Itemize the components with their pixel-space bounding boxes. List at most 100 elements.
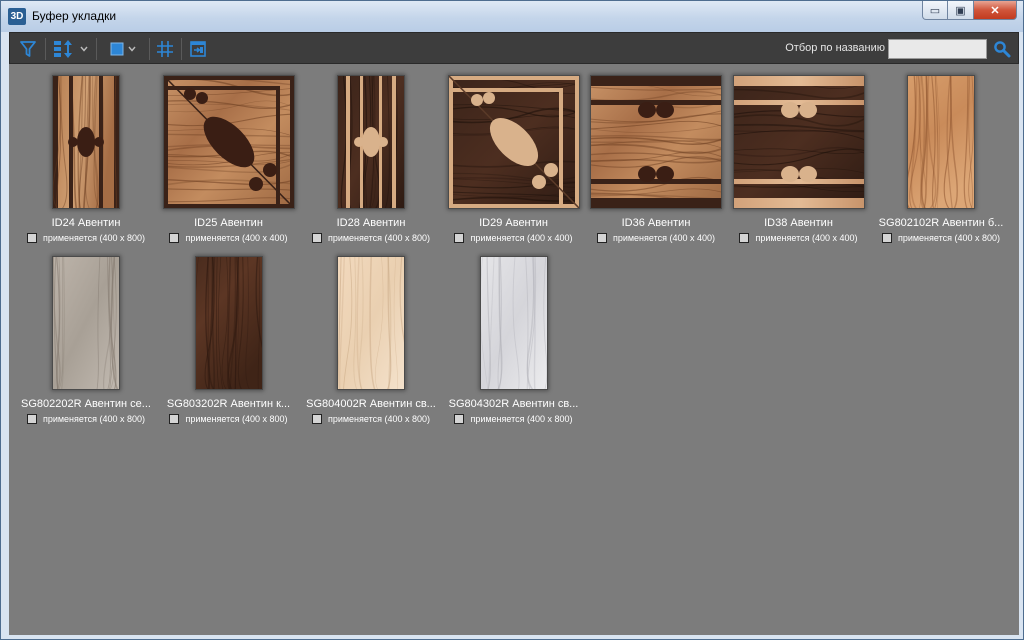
applied-checkbox[interactable]: [739, 233, 750, 243]
search-input[interactable]: [888, 39, 987, 59]
tile-preview-image: [908, 76, 974, 208]
tile-preview-image: [338, 76, 404, 208]
tile-card[interactable]: SG804002R Авентин св... применяется (400 …: [300, 246, 442, 424]
tile-thumbnail[interactable]: [338, 257, 404, 389]
applied-checkbox[interactable]: [596, 233, 607, 243]
search-icon: [994, 41, 1011, 58]
close-button[interactable]: ✕: [974, 1, 1017, 20]
window-title: Буфер укладки: [32, 9, 117, 23]
tile-status-row: применяется (400 x 800): [15, 233, 157, 243]
tile-thumbnail[interactable]: [195, 257, 262, 389]
tile-status-row: применяется (400 x 800): [443, 414, 585, 424]
tile-card[interactable]: SG802102R Авентин б... применяется (400 x…: [870, 65, 1012, 243]
toolbar-separator: [45, 38, 46, 60]
tile-card[interactable]: SG802202R Авентин се... применяется (400 …: [15, 246, 157, 424]
tile-card[interactable]: ID28 Авентин применяется (400 x 800): [300, 65, 442, 243]
tile-thumbnail[interactable]: [53, 257, 119, 389]
tile-card[interactable]: SG804302R Авентин св... применяется (400 …: [443, 246, 585, 424]
apply-icon: [190, 41, 206, 57]
tile-status-text: применяется (400 x 800): [470, 414, 573, 424]
tile-status-text: применяется (400 x 400): [185, 233, 288, 243]
tile-name: SG802202R Авентин се...: [21, 398, 151, 410]
tile-thumbnail[interactable]: [448, 76, 579, 208]
tile-thumbnail[interactable]: [53, 76, 119, 208]
minimize-icon: ▭: [929, 4, 941, 17]
toolbar-separator: [96, 38, 97, 60]
tile-status-row: применяется (400 x 800): [870, 233, 1012, 243]
tile-name: SG802102R Авентин б...: [878, 217, 1004, 229]
sort-icon: [54, 40, 72, 58]
tile-card[interactable]: ID24 Авентин применяется (400 x 800): [15, 65, 157, 243]
tile-name: ID28 Авентин: [336, 217, 406, 229]
tile-name: ID29 Авентин: [479, 217, 548, 229]
tile-status-row: применяется (400 x 400): [585, 233, 727, 243]
applied-checkbox[interactable]: [26, 233, 37, 243]
chevron-down-icon: [80, 46, 88, 52]
grid-button[interactable]: [153, 38, 177, 60]
applied-checkbox[interactable]: [311, 414, 322, 424]
tile-status-text: применяется (400 x 400): [470, 233, 573, 243]
tile-name: SG804002R Авентин св...: [306, 398, 436, 410]
tile-name: ID38 Авентин: [764, 217, 833, 229]
tile-status-row: применяется (400 x 800): [15, 414, 157, 424]
buffer-window: 3D Буфер укладки ▭ ▣ ✕ Отбор по названию…: [0, 0, 1024, 640]
tile-preview-image: [195, 257, 262, 389]
app-logo-icon: 3D: [8, 8, 26, 25]
tile-status-row: применяется (400 x 800): [158, 414, 300, 424]
tile-status-text: применяется (400 x 800): [42, 233, 146, 243]
search-button[interactable]: [992, 39, 1012, 59]
tile-thumbnail[interactable]: [733, 76, 864, 208]
filter-button[interactable]: [16, 38, 40, 60]
tile-card[interactable]: ID36 Авентин применяется (400 x 400): [585, 65, 727, 243]
tile-preview-image: [53, 257, 119, 389]
filter-icon: [20, 41, 36, 57]
applied-checkbox[interactable]: [881, 233, 892, 243]
tile-preview-image: [480, 257, 547, 389]
apply-button[interactable]: [186, 38, 210, 60]
tile-status-row: применяется (400 x 400): [443, 233, 585, 243]
search-label: Отбор по названию: [785, 42, 885, 54]
tile-card[interactable]: ID29 Авентин применяется (400 x 400): [443, 65, 585, 243]
toolbar: Отбор по названию: [9, 32, 1019, 64]
applied-checkbox[interactable]: [26, 414, 37, 424]
applied-checkbox[interactable]: [454, 414, 465, 424]
tile-name: ID24 Авентин: [51, 217, 121, 229]
tile-thumbnail[interactable]: [163, 76, 294, 208]
tile-thumbnail[interactable]: [591, 76, 721, 208]
tile-status-row: применяется (400 x 400): [158, 233, 300, 243]
maximize-icon: ▣: [955, 4, 966, 17]
tile-status-text: применяется (400 x 800): [327, 414, 431, 424]
tile-preview-image: [448, 76, 579, 208]
grid-icon: [157, 41, 173, 57]
tile-thumbnail[interactable]: [338, 76, 404, 208]
sort-button[interactable]: [51, 38, 91, 60]
tile-card[interactable]: SG803202R Авентин к... применяется (400 x…: [158, 246, 300, 424]
close-icon: ✕: [990, 4, 1000, 17]
tile-status-text: применяется (400 x 800): [897, 233, 1001, 243]
tile-preview-image: [163, 76, 294, 208]
tile-status-text: применяется (400 x 800): [42, 414, 146, 424]
tile-name: ID25 Авентин: [194, 217, 263, 229]
tile-thumbnail[interactable]: [480, 257, 547, 389]
minimize-button[interactable]: ▭: [922, 1, 948, 20]
title-bar[interactable]: 3D Буфер укладки ▭ ▣ ✕: [1, 1, 1023, 32]
tile-status-text: применяется (400 x 400): [612, 233, 716, 243]
applied-checkbox[interactable]: [169, 233, 180, 243]
tile-status-text: применяется (400 x 800): [327, 233, 431, 243]
tile-status-text: применяется (400 x 400): [755, 233, 858, 243]
chevron-down-icon: [128, 46, 136, 52]
tile-thumbnail[interactable]: [908, 76, 974, 208]
applied-checkbox[interactable]: [169, 414, 180, 424]
tile-status-text: применяется (400 x 800): [185, 414, 288, 424]
tile-card[interactable]: ID25 Авентин применяется (400 x 400): [158, 65, 300, 243]
applied-checkbox[interactable]: [454, 233, 465, 243]
view-mode-icon: [110, 42, 124, 56]
tile-status-row: применяется (400 x 400): [728, 233, 870, 243]
view-mode-button[interactable]: [103, 38, 143, 60]
tile-preview-image: [338, 257, 404, 389]
tile-name: SG803202R Авентин к...: [166, 398, 291, 410]
maximize-button[interactable]: ▣: [948, 1, 974, 20]
applied-checkbox[interactable]: [311, 233, 322, 243]
toolbar-separator: [181, 38, 182, 60]
tile-card[interactable]: ID38 Авентин применяется (400 x 400): [728, 65, 870, 243]
